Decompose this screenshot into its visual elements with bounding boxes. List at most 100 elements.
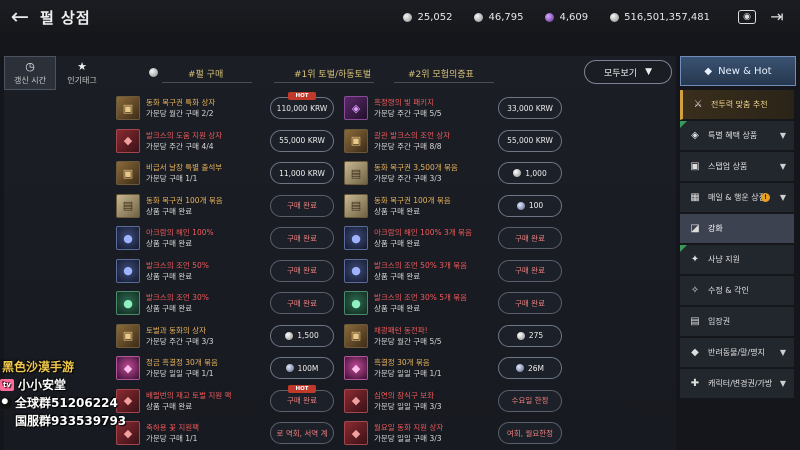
product-card[interactable]: ▤ 동화 복구권 100개 묶음 상품 구매 완료 100 [344,190,562,222]
product-card[interactable]: ◆ 발크스의 도움 지원 상자 가문당 주간 구매 4/4 55,000 KRW [116,125,334,157]
category-item[interactable]: ◆ 반려동물/말/명지 ▼ [680,338,794,368]
product-card[interactable]: ▣ 비급서 날장 특별 출석부 가문당 구매 1/1 11,000 KRW [116,157,334,189]
sort-tag-rank1[interactable]: #1위 토벌/하동토벌 [294,67,371,80]
screenshot-icon[interactable]: ◉ [738,10,756,24]
price-label: 수요일 한정 [511,396,549,405]
category-item[interactable]: ✚ 캐릭터/변경권/가방 ▼ [680,369,794,399]
chevron-down-icon[interactable]: ▼ [780,131,786,140]
product-card[interactable]: ◆ 심연의 잠식구 보좌 가문당 일일 구매 3/3 수요일 한정 [344,385,562,417]
category-item[interactable]: ▣ 스탭업 상품 ▼ [680,152,794,182]
price-button[interactable]: HOT 구매 완료 [270,384,334,412]
price-button[interactable]: 구매 완료 [270,194,334,217]
tab-refresh-time[interactable]: ◷ 갱신 시간 [4,56,56,90]
stream-overlay: 黑色沙漠手游 tv 小小安堂 全球群51206224 国服群933539793 [0,358,130,430]
gift-icon: ◈ [691,130,699,141]
back-arrow-icon[interactable]: ← [0,0,40,34]
new-hot-header[interactable]: ◆ New & Hot [680,56,796,86]
sort-tag-rank2[interactable]: #2위 모험의증표 [408,67,474,80]
price-button[interactable]: 구매 완료 [498,292,562,314]
category-item[interactable]: ✧ 수정 & 각인 [680,276,794,306]
price-button[interactable]: HOT 110,000 KRW [270,92,334,119]
product-card[interactable]: ▣ 채광패턴 동전파! 가문당 월간 구매 5/5 275 [344,320,562,352]
exit-icon[interactable]: ⇥ [766,6,788,26]
product-card[interactable]: ◆ 흑결정 30개 묶음 가문당 일일 구매 1/1 26M [344,352,562,384]
price-button[interactable]: 275 [498,324,562,347]
item-thumbnail-icon: ◈ [344,96,368,120]
product-card[interactable]: ◆ 배럴번의 재고 토벌 지원 팩 상품 구매 완료 HOT 구매 완료 [116,384,334,417]
price-button[interactable]: 1,000 [498,162,562,184]
category-item[interactable]: ▦ 매일 & 행운 상점 ! ▼ [680,183,794,213]
alert-badge-icon: ! [761,193,770,202]
chevron-down-icon[interactable]: ▼ [780,379,786,388]
price-label: 1,500 [297,331,319,340]
product-card[interactable]: ● 발크스의 조언 30% 상품 구매 완료 구매 완료 [116,287,334,319]
price-button[interactable]: 55,000 KRW [270,129,334,152]
purple-gem-icon [545,12,555,22]
product-card[interactable]: ◈ 흑정령의 빛 패키지 가문당 주간 구매 5/5 33,000 KRW [344,92,562,124]
price-button[interactable]: 로 역회, 서역 계 [270,422,334,444]
sort-tag-pearl[interactable]: #펄 구매 [188,67,223,80]
price-button[interactable]: 26M [498,357,562,379]
price-label: 구매 완료 [287,396,317,405]
category-item[interactable]: ◪ 강화 [680,214,794,244]
overlay-cn-group: 国服群933539793 [15,414,127,428]
item-name: 흑정령의 빛 패키지 [374,98,434,107]
price-button[interactable]: 구매 완료 [498,227,562,249]
category-item[interactable]: ◈ 특별 혜택 상품 ▼ [680,121,794,151]
filter-dropdown[interactable]: 모두보기 ▼ [584,60,672,84]
clock-icon: ◷ [25,60,35,73]
item-thumbnail-icon: ◆ [344,388,368,413]
item-thumbnail-icon: ▤ [344,161,368,185]
product-card[interactable]: ▣ 동화 복구권 특화 상자 가문당 월간 구매 2/2 HOT 110,000… [116,92,334,124]
currency-bar: 25,052 46,795 4,609 516,501,357,481 [403,0,710,34]
currency-2: 46,795 [474,12,523,23]
price-label: 100 [528,201,544,210]
new-corner-icon [680,121,687,128]
item-thumbnail-icon: ▣ [116,161,140,185]
product-card[interactable]: ◆ 정금 흑결정 30개 묶음 가문당 일일 구매 1/1 100M [116,352,334,384]
purchase-limit: 상품 구매 완료 [374,239,421,248]
chevron-down-icon[interactable]: ▼ [780,348,786,357]
category-item[interactable]: ⚔ 전투력 맞춤 추천 [680,90,794,120]
price-button[interactable]: 수요일 한정 [498,389,562,412]
product-card[interactable]: ▣ 토벌과 동화의 상자 가문당 주간 구매 3/3 1,500 [116,320,334,352]
currency-coin-icon [516,201,525,210]
chevron-down-icon[interactable]: ▼ [780,193,786,202]
price-button[interactable]: 구매 완료 [498,259,562,282]
crystal-icon: ✧ [690,285,700,296]
tab-popular[interactable]: ★ 인기태그 [56,56,108,90]
purchase-limit: 상품 구매 완료 [146,206,193,216]
price-button[interactable]: 1,500 [270,324,334,347]
price-button[interactable]: 구매 완료 [270,259,334,282]
product-card[interactable]: ● 발크스의 조언 30% 5개 묶음 상품 구매 완료 구매 완료 [344,287,562,319]
product-card[interactable]: ▤ 동화 복구권 3,500개 묶음 가문당 주간 구매 3/3 1,000 [344,157,562,189]
product-card[interactable]: ◆ 축하용 꽃 지원팩 가문당 구매 1/1 로 역회, 서역 계 [116,417,334,449]
price-button[interactable]: 여회, 월요한정 [498,422,562,444]
price-button[interactable]: 55,000 KRW [498,129,562,152]
product-card[interactable]: ▤ 동화 복구권 100개 묶음 상품 구매 완료 구매 완료 [116,190,334,222]
item-name: 축하용 꽃 지원팩 [146,423,200,432]
item-info: 비급서 날장 특별 출석부 가문당 구매 1/1 [146,162,270,184]
product-card[interactable]: ▣ 갈관 발크스의 조언 상자 가문당 주간 구매 8/8 55,000 KRW [344,125,562,157]
product-card[interactable]: ● 발크스의 조언 50% 상품 구매 완료 구매 완료 [116,255,334,287]
product-card[interactable]: ● 발크스의 조언 50% 3개 묶음 상품 구매 완료 구매 완료 [344,255,562,287]
price-button[interactable]: 100 [498,194,562,217]
product-card[interactable]: ◆ 월요일 동화 지원 상자 가문당 일일 구매 3/3 여회, 월요한정 [344,417,562,449]
product-card[interactable]: ● 아크람의 해인 100% 상품 구매 완료 구매 완료 [116,222,334,254]
purchase-limit: 가문당 일일 구매 1/1 [146,369,214,378]
category-label: 전투력 맞춤 추천 [711,100,768,109]
chevron-down-icon[interactable]: ▼ [780,162,786,171]
item-info: 아크람의 해인 100% 상품 구매 완료 [146,227,270,249]
price-button[interactable]: 33,000 KRW [498,97,562,119]
price-button[interactable]: 100M [270,357,334,379]
category-item[interactable]: ▤ 입장권 [680,307,794,337]
item-name: 동화 복구권 100개 묶음 [146,195,223,205]
category-label: 강화 [708,224,723,233]
product-card[interactable]: ● 아크람의 해인 100% 3개 묶음 상품 구매 완료 구매 완료 [344,222,562,254]
item-info: 채광패턴 동전파! 가문당 월간 구매 5/5 [374,325,498,347]
price-button[interactable]: 11,000 KRW [270,162,334,184]
category-item[interactable]: ✦ 사냥 지원 [680,245,794,275]
price-button[interactable]: 구매 완료 [270,227,334,249]
price-button[interactable]: 구매 완료 [270,292,334,314]
page-title: 펄 상점 [40,8,91,27]
